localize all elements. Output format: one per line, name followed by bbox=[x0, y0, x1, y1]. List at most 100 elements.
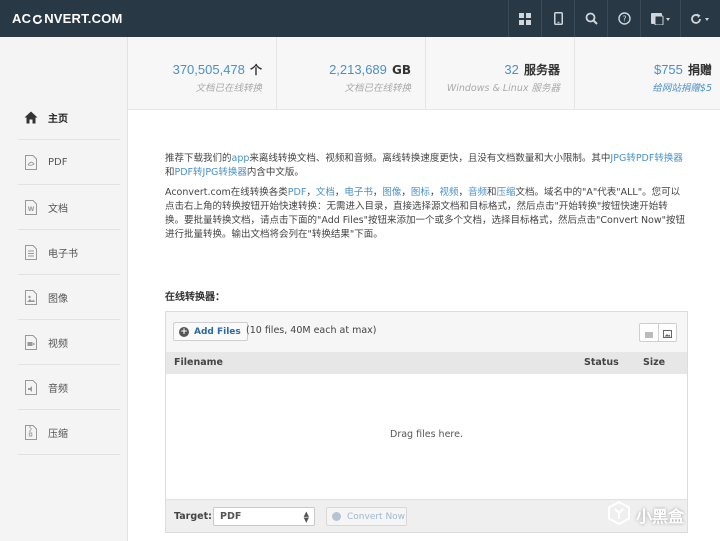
mobile-icon bbox=[553, 12, 563, 25]
nav-buttons: ? bbox=[508, 0, 720, 37]
apps-grid-button[interactable] bbox=[508, 0, 541, 37]
drop-hint: Drag files here. bbox=[390, 429, 463, 440]
svg-text:W: W bbox=[28, 206, 35, 213]
stat-servers-caption: Windows & Linux 服务器 bbox=[446, 83, 560, 94]
stat-servers-number: 32 bbox=[504, 62, 519, 77]
sidebar-item-ebook[interactable]: 电子书 bbox=[18, 231, 120, 275]
sidebar-item-label: 压缩 bbox=[48, 429, 68, 440]
convert-menu-button[interactable] bbox=[680, 0, 720, 37]
list-view-button[interactable] bbox=[640, 324, 658, 341]
image-file-icon bbox=[22, 289, 40, 307]
pdf-link[interactable]: PDF bbox=[288, 187, 307, 198]
sidebar-item-home[interactable]: 主页 bbox=[18, 96, 120, 140]
sidebar-item-label: 视频 bbox=[48, 339, 68, 350]
stats-bar: 370,505,478 个 文档已在线转换 2,213,689 GB 文档已在线… bbox=[128, 37, 720, 110]
intro-text-segment: 推荐下载我们的 bbox=[165, 153, 232, 164]
separator: ， bbox=[372, 187, 383, 198]
ebook-link[interactable]: 电子书 bbox=[344, 187, 373, 198]
stat-documents-number: 370,505,478 bbox=[172, 62, 245, 77]
sidebar-item-label: 电子书 bbox=[48, 249, 78, 260]
converter-title: 在线转换器： bbox=[165, 292, 225, 303]
mobile-app-button[interactable] bbox=[541, 0, 574, 37]
sidebar-item-archive[interactable]: 压缩 bbox=[18, 411, 120, 455]
stat-volume-caption: 文档已在线转换 bbox=[344, 83, 411, 94]
conjunction: 和 bbox=[487, 187, 497, 198]
jpg-to-pdf-link[interactable]: JPG转PDF转换器 bbox=[610, 153, 682, 164]
add-files-label: Add Files bbox=[194, 326, 241, 337]
stat-servers: 32 服务器 Windows & Linux 服务器 bbox=[426, 37, 575, 110]
video-link[interactable]: 视频 bbox=[439, 187, 458, 198]
converter-toolbar: + Add Files (10 files, 40M each at max) bbox=[166, 312, 687, 352]
grid-icon bbox=[519, 12, 531, 25]
sidebar: 主页 PDF W 文档 电子书 图像 视频 音频 压缩 bbox=[0, 37, 128, 541]
stat-donation[interactable]: $755 捐赠 给网站捐赠$5 bbox=[575, 37, 720, 110]
sidebar-item-label: 音频 bbox=[48, 384, 68, 395]
app-link[interactable]: app bbox=[232, 153, 250, 164]
svg-text:?: ? bbox=[622, 15, 626, 24]
intro-text-segment: 内含中文版。 bbox=[246, 167, 304, 178]
donate-link[interactable]: 给网站捐赠$5 bbox=[575, 80, 712, 94]
thumbnail-view-button[interactable] bbox=[658, 324, 676, 341]
sidebar-item-label: 主页 bbox=[48, 114, 68, 125]
logo-refresh-icon bbox=[32, 13, 43, 24]
audio-link[interactable]: 音频 bbox=[468, 187, 487, 198]
sidebar-item-label: 图像 bbox=[48, 294, 68, 305]
home-icon bbox=[22, 109, 40, 127]
file-drop-zone[interactable]: Drag files here. bbox=[166, 374, 687, 499]
image-link[interactable]: 图像 bbox=[382, 187, 401, 198]
stat-volume-number: 2,213,689 bbox=[329, 62, 387, 77]
add-files-button[interactable]: + Add Files bbox=[173, 322, 248, 341]
sidebar-item-video[interactable]: 视频 bbox=[18, 321, 120, 365]
watermark-text: 小黑盒 bbox=[636, 507, 685, 526]
stat-volume: 2,213,689 GB 文档已在线转换 bbox=[277, 37, 426, 110]
language-icon bbox=[650, 12, 671, 25]
separator: ， bbox=[334, 187, 345, 198]
intro-text: 推荐下载我们的app来离线转换文档、视频和音频。离线转换速度更快，且没有文档数量… bbox=[165, 152, 685, 248]
sidebar-item-audio[interactable]: 音频 bbox=[18, 366, 120, 410]
refresh-icon bbox=[690, 13, 712, 25]
help-icon: ? bbox=[617, 12, 631, 25]
picture-icon bbox=[663, 323, 672, 342]
search-button[interactable] bbox=[574, 0, 607, 37]
convert-now-label: Convert Now bbox=[347, 511, 406, 522]
stat-volume-unit: GB bbox=[392, 63, 411, 77]
file-limit-note: (10 files, 40M each at max) bbox=[246, 325, 377, 336]
search-icon bbox=[585, 12, 598, 25]
plus-icon: + bbox=[179, 326, 189, 337]
column-status: Status bbox=[584, 357, 619, 368]
stat-documents-unit: 个 bbox=[249, 63, 262, 77]
sidebar-item-pdf[interactable]: PDF bbox=[18, 141, 120, 185]
sidebar-item-image[interactable]: 图像 bbox=[18, 276, 120, 320]
target-label: Target: bbox=[174, 511, 212, 522]
file-table-header: Filename Status Size bbox=[166, 352, 687, 374]
column-filename: Filename bbox=[174, 357, 223, 368]
stat-servers-unit: 服务器 bbox=[523, 63, 560, 77]
document-link[interactable]: 文档 bbox=[316, 187, 335, 198]
column-size: Size bbox=[643, 357, 666, 368]
sidebar-item-label: PDF bbox=[48, 157, 68, 168]
watermark-logo-icon bbox=[608, 500, 636, 529]
language-button[interactable] bbox=[640, 0, 680, 37]
site-logo[interactable]: AC NVERT.COM bbox=[12, 11, 123, 26]
logo-text-left: AC bbox=[12, 11, 32, 26]
archive-link[interactable]: 压缩 bbox=[497, 187, 516, 198]
stat-documents-caption: 文档已在线转换 bbox=[195, 83, 262, 94]
convert-icon bbox=[332, 512, 341, 521]
intro-paragraph-app: 推荐下载我们的app来离线转换文档、视频和音频。离线转换速度更快，且没有文档数量… bbox=[165, 152, 685, 180]
separator: ， bbox=[306, 187, 316, 198]
icon-link[interactable]: 图标 bbox=[411, 187, 430, 198]
intro-text-segment: 和 bbox=[165, 167, 175, 178]
list-icon bbox=[645, 323, 653, 342]
top-navbar: AC NVERT.COM ? bbox=[0, 0, 720, 37]
convert-now-button[interactable]: Convert Now bbox=[326, 507, 407, 526]
stat-donation-unit: 捐赠 bbox=[687, 63, 712, 77]
ebook-icon bbox=[22, 244, 40, 262]
help-button[interactable]: ? bbox=[607, 0, 640, 37]
sidebar-item-document[interactable]: W 文档 bbox=[18, 186, 120, 230]
stat-donation-number: $755 bbox=[653, 62, 683, 77]
word-file-icon: W bbox=[22, 199, 40, 217]
audio-file-icon bbox=[22, 379, 40, 397]
target-format-select[interactable]: PDF ▲ ▼ bbox=[213, 507, 315, 526]
pdf-to-jpg-link[interactable]: PDF转JPG转换器 bbox=[175, 167, 247, 178]
select-caret-icon: ▲ ▼ bbox=[303, 510, 309, 524]
